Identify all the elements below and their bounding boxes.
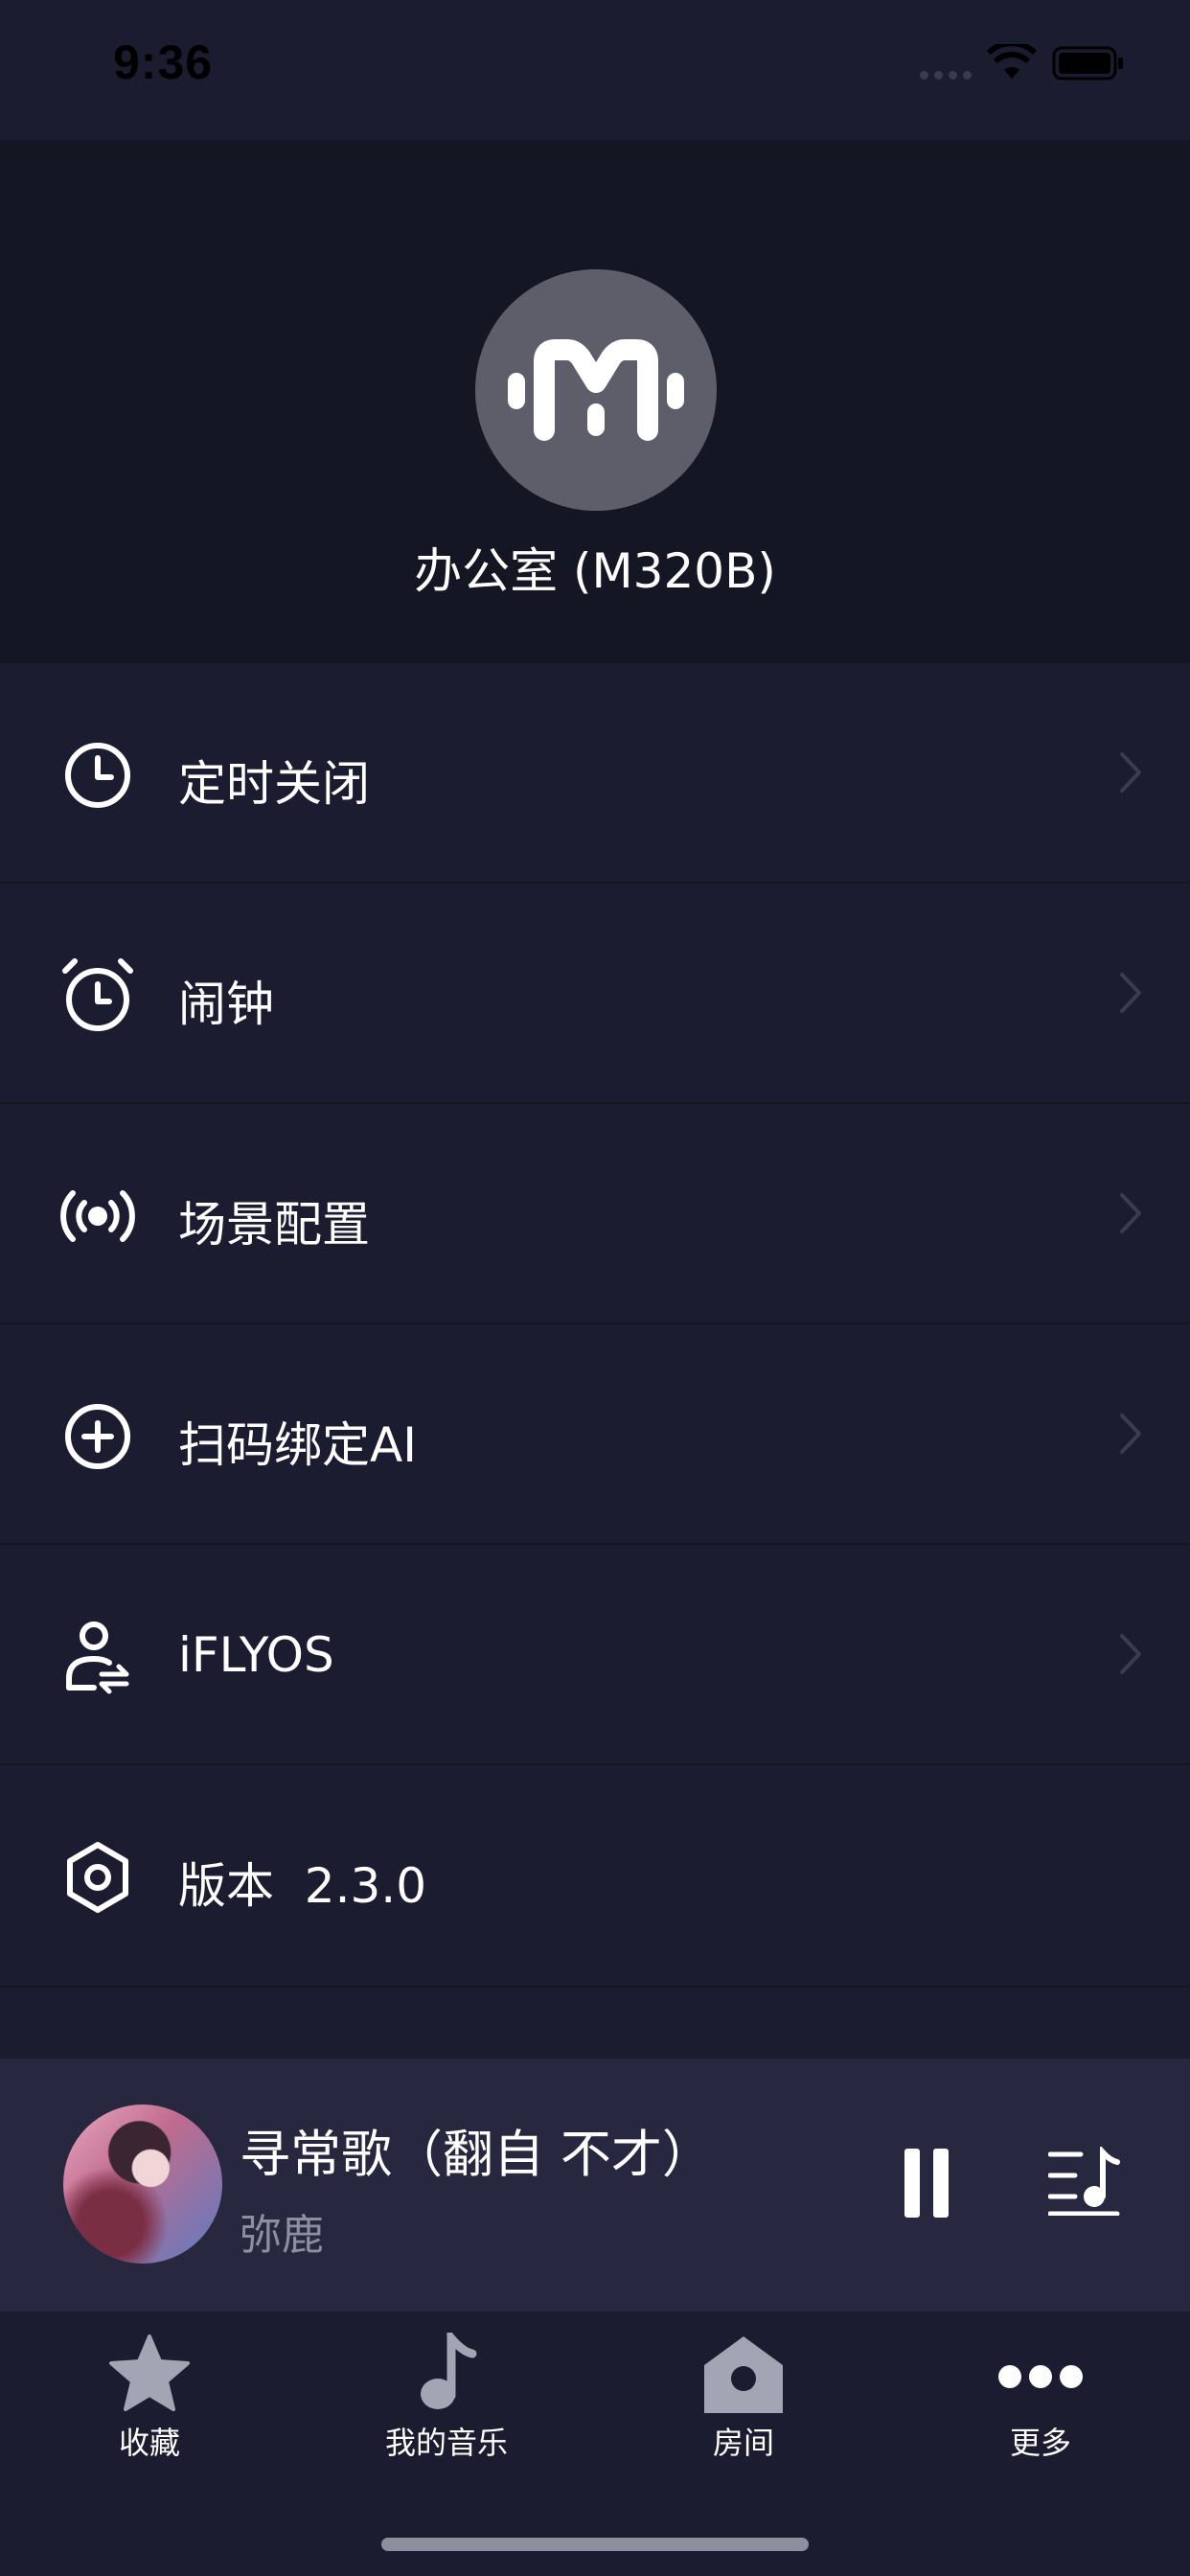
- menu-item-label: 闹钟: [178, 977, 274, 1032]
- tab-label: 更多: [1009, 2425, 1071, 2461]
- settings-menu: 定时关闭 闹钟 场景配置 扫码绑定AI iFLYOS 版本 2.3.0: [0, 663, 1190, 1988]
- chevron-right-icon: [1120, 973, 1141, 1013]
- tab-favorites[interactable]: 收藏: [54, 2333, 245, 2463]
- chevron-right-icon: [1120, 1193, 1141, 1233]
- star-icon: [109, 2334, 190, 2411]
- track-title: 寻常歌（翻自 不才）: [240, 2126, 713, 2184]
- plus-circle-icon: [65, 1404, 130, 1469]
- wifi-icon: [987, 44, 1037, 79]
- album-art[interactable]: [63, 2104, 222, 2264]
- menu-item-bind-ai[interactable]: 扫码绑定AI: [0, 1324, 1190, 1545]
- home-indicator: [381, 2538, 809, 2551]
- tab-label: 我的音乐: [384, 2425, 508, 2461]
- device-header: 办公室 (M320B): [0, 140, 1190, 663]
- menu-item-sleep-timer[interactable]: 定时关闭: [0, 663, 1190, 884]
- music-note-icon: [421, 2333, 477, 2409]
- chevron-right-icon: [1120, 1414, 1141, 1454]
- battery-icon: [1052, 46, 1123, 80]
- tab-rooms[interactable]: 房间: [648, 2333, 839, 2463]
- tab-more[interactable]: 更多: [945, 2333, 1136, 2463]
- now-playing-bar[interactable]: 寻常歌（翻自 不才） 弥鹿: [0, 2058, 1190, 2312]
- chevron-right-icon: [1120, 1634, 1141, 1674]
- more-icon: [998, 2365, 1083, 2388]
- menu-item-version: 版本 2.3.0: [0, 1765, 1190, 1988]
- user-switch-icon: [66, 1622, 129, 1694]
- alarm-icon: [62, 958, 133, 1031]
- m-logo-icon: [475, 269, 717, 511]
- tab-my-music[interactable]: 我的音乐: [351, 2333, 542, 2463]
- signal-icon: [920, 71, 972, 80]
- house-icon: [704, 2336, 783, 2413]
- device-name: 办公室 (M320B): [414, 543, 776, 599]
- hexagon-icon: [67, 1842, 128, 1913]
- playlist-icon[interactable]: [1048, 2147, 1121, 2216]
- clock-icon: [65, 743, 130, 808]
- track-artist: 弥鹿: [240, 2211, 324, 2260]
- menu-item-scene-config[interactable]: 场景配置: [0, 1104, 1190, 1324]
- pause-button[interactable]: [891, 2149, 958, 2225]
- broadcast-icon: [60, 1190, 135, 1242]
- version-label: 版本 2.3.0: [178, 1858, 427, 1914]
- menu-item-alarm[interactable]: 闹钟: [0, 884, 1190, 1104]
- tab-label: 收藏: [118, 2425, 180, 2461]
- tab-bar: 收藏 我的音乐 房间 更多: [0, 2312, 1190, 2576]
- tab-label: 房间: [712, 2425, 774, 2461]
- menu-item-label: 场景配置: [178, 1197, 370, 1253]
- menu-item-label: 扫码绑定AI: [178, 1417, 417, 1473]
- menu-item-iflyos[interactable]: iFLYOS: [0, 1545, 1190, 1765]
- menu-item-label: iFLYOS: [178, 1627, 334, 1683]
- status-time: 9:36: [113, 35, 214, 89]
- menu-item-label: 定时关闭: [178, 756, 370, 812]
- status-bar: 9:36: [0, 0, 1190, 140]
- chevron-right-icon: [1120, 752, 1141, 793]
